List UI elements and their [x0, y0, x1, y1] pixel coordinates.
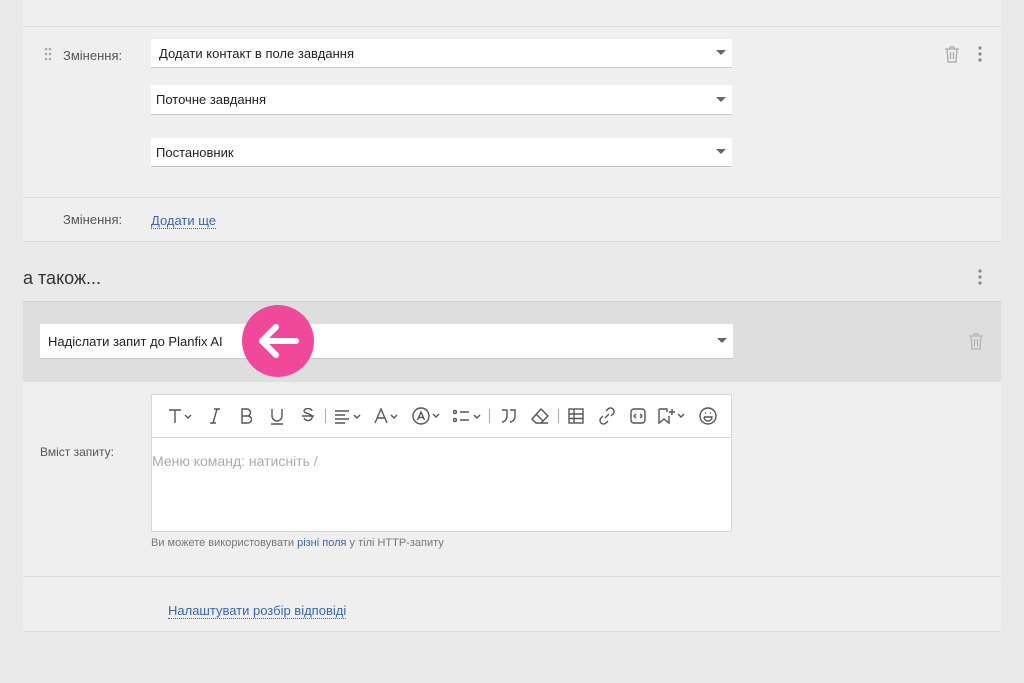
eraser-icon[interactable]: [527, 395, 553, 437]
chevron-down-icon: [716, 96, 726, 102]
chevron-down-icon: [716, 50, 726, 55]
add-more-link[interactable]: Додати ще: [151, 213, 217, 229]
field-select[interactable]: Постановник: [151, 138, 732, 167]
insert-icon[interactable]: [655, 395, 689, 437]
rich-text-editor: Меню команд: натисніть /: [151, 394, 732, 532]
action-select[interactable]: Надіслати запит до Planfix AI: [40, 324, 733, 359]
action-type-value: Додати контакт в поле завдання: [159, 45, 355, 61]
strikethrough-icon[interactable]: [295, 395, 321, 437]
italic-icon[interactable]: [202, 395, 228, 437]
chevron-down-icon: [716, 149, 726, 154]
rule-label: Змінення:: [63, 48, 123, 63]
field-value: Постановник: [156, 144, 234, 160]
list-icon[interactable]: [450, 395, 484, 437]
top-panel-strip: [23, 0, 1001, 26]
fields-link[interactable]: різні поля: [297, 537, 346, 549]
chevron-down-icon: [717, 338, 727, 343]
more-vertical-icon[interactable]: [972, 44, 988, 64]
request-label: Вміст запиту:: [40, 445, 114, 459]
toolbar-separator: [489, 409, 490, 423]
request-hint: Ви можете використовувати різні поля у т…: [151, 537, 444, 549]
bold-icon[interactable]: [233, 395, 259, 437]
link-icon[interactable]: [594, 395, 620, 437]
drag-handle-icon[interactable]: [42, 46, 54, 62]
emoji-icon[interactable]: [695, 395, 721, 437]
toolbar-separator: [558, 409, 559, 423]
trash-icon[interactable]: [942, 44, 962, 64]
divider: [23, 241, 1001, 242]
text-style-icon[interactable]: [164, 395, 196, 437]
target-task-select[interactable]: Поточне завдання: [151, 85, 732, 115]
arrow-left-icon: [242, 305, 314, 377]
add-rule-label: Змінення:: [63, 212, 123, 227]
hint-prefix: Ви можете використовувати: [151, 537, 298, 549]
configure-response-link[interactable]: Налаштувати розбір відповіді: [168, 603, 347, 619]
quote-icon[interactable]: [496, 395, 522, 437]
action-select-value: Надіслати запит до Planfix AI: [48, 333, 223, 349]
highlight-icon[interactable]: [410, 395, 444, 437]
editor-toolbar: [152, 395, 731, 438]
underline-icon[interactable]: [264, 395, 290, 437]
toolbar-separator: [325, 409, 326, 423]
table-icon[interactable]: [563, 395, 589, 437]
more-vertical-icon[interactable]: [972, 267, 988, 287]
target-task-value: Поточне завдання: [156, 92, 266, 107]
editor-placeholder: Меню команд: натисніть /: [152, 453, 318, 469]
code-block-icon[interactable]: [625, 395, 651, 437]
divider: [23, 631, 1001, 632]
action-type-select[interactable]: Додати контакт в поле завдання: [151, 39, 732, 68]
align-icon[interactable]: [331, 395, 365, 437]
editor-content-area[interactable]: Меню команд: натисніть /: [152, 438, 731, 531]
trash-icon[interactable]: [966, 331, 986, 351]
text-color-icon[interactable]: [371, 395, 403, 437]
hint-suffix: у тілі HTTP-запиту: [346, 537, 444, 549]
section-heading: а також...: [23, 268, 101, 288]
